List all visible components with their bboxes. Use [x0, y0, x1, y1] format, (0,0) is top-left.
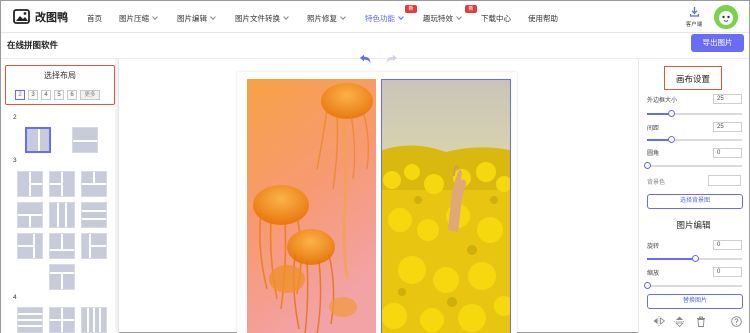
- layout-thumbnail[interactable]: [25, 127, 51, 153]
- slider-knob[interactable]: [691, 255, 699, 262]
- new-badge: 新: [405, 5, 417, 13]
- layout-thumbnail[interactable]: [72, 127, 98, 153]
- collage-image-flower-field[interactable]: [381, 79, 511, 333]
- redo-icon[interactable]: [385, 54, 399, 64]
- outer-border-input[interactable]: 25: [713, 94, 742, 104]
- layout-section-label: 2: [13, 114, 17, 121]
- slider-fill: [647, 258, 695, 260]
- chevron-down-icon: [340, 14, 346, 20]
- export-image-button[interactable]: 导出图片: [691, 34, 744, 52]
- count-option-6[interactable]: 6: [67, 90, 77, 100]
- download-icon: [689, 7, 699, 17]
- layout-thumbnail[interactable]: [49, 264, 75, 290]
- nav-compress-label: 图片压缩: [119, 14, 149, 23]
- background-color-picker[interactable]: [708, 175, 741, 186]
- corner-radius-slider[interactable]: [644, 162, 742, 169]
- image-edit-title: 图片编辑: [676, 220, 711, 230]
- zoom-slider[interactable]: [644, 282, 742, 289]
- client-download[interactable]: 客户端: [681, 6, 707, 28]
- layout-panel-scrollbar[interactable]: [115, 59, 118, 333]
- layout-thumbnail[interactable]: [81, 233, 107, 259]
- nav-convert-label: 图片文件转换: [235, 14, 280, 23]
- undo-icon[interactable]: [358, 54, 372, 64]
- slider-knob[interactable]: [667, 136, 675, 143]
- flip-vertical-icon[interactable]: [674, 316, 685, 327]
- nav-restore-label: 照片修复: [307, 14, 337, 23]
- rotate-input[interactable]: 0: [713, 240, 742, 250]
- gap-slider[interactable]: [647, 136, 742, 143]
- page-title: 在线拼图软件: [7, 40, 59, 50]
- outer-border-slider[interactable]: [647, 110, 742, 117]
- zoom-label: 缩放: [647, 271, 660, 277]
- background-color-label: 背景色: [647, 180, 666, 186]
- nav-compress[interactable]: 图片压缩: [119, 13, 158, 24]
- nav-featured-label: 特色功能: [365, 14, 395, 23]
- layout-thumbnail[interactable]: [81, 171, 107, 197]
- layout-thumbnail[interactable]: [49, 171, 75, 197]
- nav-download-center[interactable]: 下载中心: [481, 13, 511, 24]
- canvas-settings-header: 画布设置: [664, 66, 722, 90]
- layout-panel: 选择布局 2 3 4 5 6 更多 2 3 4: [1, 59, 119, 333]
- chevron-down-icon: [210, 14, 216, 20]
- nav-featured[interactable]: 特色功能 新: [365, 5, 417, 24]
- slider-knob[interactable]: [667, 110, 675, 117]
- count-option-more[interactable]: 更多: [80, 90, 100, 100]
- count-option-5[interactable]: 5: [54, 90, 64, 100]
- canvas-settings-title: 画布设置: [675, 74, 710, 84]
- layout-thumbnail[interactable]: [81, 307, 107, 333]
- chevron-down-icon: [398, 14, 404, 20]
- top-navigation: 改图鸭 首页 图片压缩 图片编辑 图片文件转换 照片修复 特色功能新 趣玩特效新…: [1, 1, 749, 33]
- layout-count-row: 2 3 4 5 6 更多: [15, 90, 100, 100]
- gap-input[interactable]: 25: [713, 122, 742, 132]
- new-badge: 新: [465, 5, 477, 13]
- logo[interactable]: 改图鸭: [13, 8, 68, 25]
- trash-icon[interactable]: [696, 316, 706, 327]
- chevron-down-icon: [283, 14, 289, 20]
- layout-section-label: 3: [13, 157, 17, 164]
- count-option-3[interactable]: 3: [28, 90, 38, 100]
- nav-fun-effects[interactable]: 趣玩特效 新: [423, 5, 477, 24]
- layout-thumbnail[interactable]: [49, 233, 75, 259]
- layout-selector: 选择布局 2 3 4 5 6 更多: [5, 65, 115, 105]
- outer-border-label: 外边框大小: [647, 98, 678, 104]
- count-option-4[interactable]: 4: [41, 90, 51, 100]
- brand-name: 改图鸭: [35, 11, 68, 24]
- rotate-label: 旋转: [647, 244, 660, 250]
- nav-help[interactable]: 使用帮助: [528, 13, 558, 24]
- layout-title: 选择布局: [44, 71, 76, 80]
- avatar[interactable]: [714, 5, 738, 29]
- nav-edit[interactable]: 图片编辑: [177, 13, 216, 24]
- count-option-2[interactable]: 2: [15, 90, 25, 100]
- nav-fun-effects-label: 趣玩特效: [423, 14, 453, 23]
- layout-thumbnail[interactable]: [17, 233, 43, 259]
- slider-knob[interactable]: [644, 282, 651, 289]
- nav-convert[interactable]: 图片文件转换: [235, 13, 289, 24]
- chevron-down-icon: [152, 14, 158, 20]
- chevron-down-icon: [456, 14, 462, 20]
- replace-image-button[interactable]: 替换图片: [647, 294, 743, 309]
- corner-radius-input[interactable]: 0: [713, 148, 742, 158]
- slider-knob[interactable]: [644, 162, 651, 169]
- nav-restore[interactable]: 照片修复: [307, 13, 346, 24]
- layout-thumbnail[interactable]: [17, 307, 43, 333]
- logo-icon: [13, 8, 30, 25]
- flip-horizontal-icon[interactable]: [653, 316, 665, 326]
- nav-home[interactable]: 首页: [87, 13, 102, 24]
- corner-radius-label: 圆角: [647, 151, 660, 157]
- nav-edit-label: 图片编辑: [177, 14, 207, 23]
- layout-thumbnail[interactable]: [81, 202, 107, 228]
- zoom-input[interactable]: 0: [713, 267, 742, 277]
- layout-thumbnail[interactable]: [17, 171, 43, 197]
- layout-thumbnail[interactable]: [49, 307, 75, 333]
- rotate-slider[interactable]: [647, 255, 742, 262]
- choose-background-button[interactable]: 选择背景图: [647, 194, 743, 209]
- layout-thumbnail[interactable]: [17, 202, 43, 228]
- collage-image-jellyfish[interactable]: [247, 79, 376, 333]
- gap-label: 间距: [647, 126, 660, 132]
- layout-thumbnail[interactable]: [49, 202, 75, 228]
- layout-section-label: 4: [13, 294, 17, 301]
- client-label: 客户端: [685, 22, 703, 28]
- help-icon[interactable]: [731, 316, 742, 327]
